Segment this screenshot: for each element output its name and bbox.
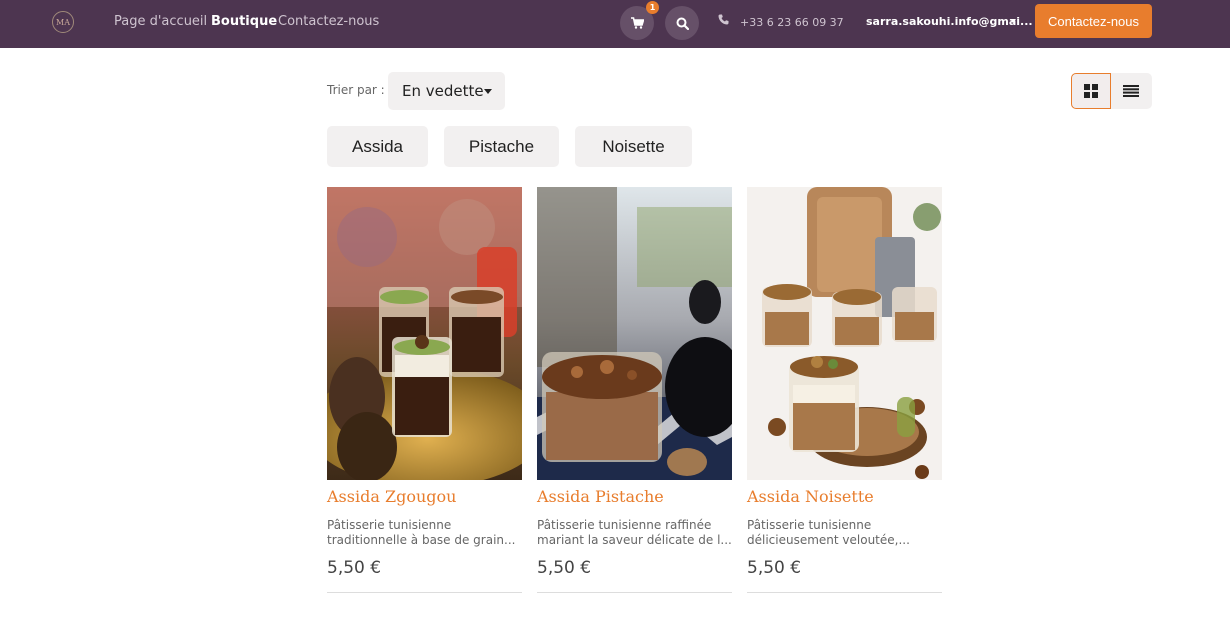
product-price: 5,50 € — [747, 558, 802, 578]
category-pistache[interactable]: Pistache — [444, 126, 559, 167]
top-navbar: MA Page d'accueil Boutique Contactez-nou… — [0, 0, 1230, 48]
product-price: 5,50 € — [327, 558, 382, 578]
cart-icon — [630, 17, 644, 29]
sort-chevron-down-icon — [484, 89, 492, 94]
product-price: 5,50 € — [537, 558, 592, 578]
search-button[interactable] — [665, 6, 699, 40]
list-view-button[interactable] — [1111, 73, 1151, 109]
category-assida[interactable]: Assida — [327, 126, 428, 167]
product-description: Pâtisserie tunisienne traditionnelle à b… — [327, 518, 522, 548]
chevron-down-icon — [1010, 19, 1016, 23]
product-description-line: Pâtisserie tunisienne — [747, 518, 872, 532]
product-description: Pâtisserie tunisienne délicieusement vel… — [747, 518, 942, 548]
product-image[interactable] — [747, 187, 942, 480]
cart-count-badge: 1 — [646, 1, 659, 14]
product-card[interactable]: Assida Noisette Pâtisserie tunisienne dé… — [747, 187, 942, 593]
grid-icon — [1084, 84, 1098, 98]
nav-link-contact[interactable]: Contactez-nous — [278, 14, 379, 29]
product-description-line: traditionnelle à base de grain... — [327, 533, 516, 547]
user-account-menu[interactable]: sarra.sakouhi.info@gmai... — [866, 15, 1033, 28]
product-description-line: Pâtisserie tunisienne — [327, 518, 452, 532]
product-title[interactable]: Assida Noisette — [747, 487, 874, 506]
search-icon — [676, 17, 689, 30]
product-title[interactable]: Assida Zgougou — [327, 487, 456, 506]
list-icon — [1123, 85, 1139, 97]
product-description-line: Pâtisserie tunisienne raffinée — [537, 518, 712, 532]
brand-logo-text: MA — [56, 17, 70, 27]
product-title[interactable]: Assida Pistache — [537, 487, 664, 506]
nav-link-shop[interactable]: Boutique — [211, 14, 277, 29]
grid-view-button[interactable] — [1071, 73, 1111, 109]
phone-icon — [718, 14, 729, 25]
phone-number[interactable]: +33 6 23 66 09 37 — [740, 16, 844, 29]
sort-dropdown-value: En vedette — [402, 82, 484, 100]
product-description-line: mariant la saveur délicate de l... — [537, 533, 732, 547]
view-toggle-group — [1071, 73, 1152, 109]
brand-logo[interactable]: MA — [52, 11, 74, 33]
product-card[interactable]: Assida Zgougou Pâtisserie tunisienne tra… — [327, 187, 522, 593]
sort-label: Trier par : — [327, 83, 385, 97]
product-card[interactable]: Assida Pistache Pâtisserie tunisienne ra… — [537, 187, 732, 593]
contact-us-button[interactable]: Contactez-nous — [1035, 4, 1152, 38]
product-description-line: délicieusement veloutée,... — [747, 533, 910, 547]
nav-link-home[interactable]: Page d'accueil — [114, 14, 207, 29]
category-noisette[interactable]: Noisette — [575, 126, 692, 167]
product-image[interactable] — [537, 187, 732, 480]
product-description: Pâtisserie tunisienne raffinée mariant l… — [537, 518, 732, 548]
product-image[interactable] — [327, 187, 522, 480]
